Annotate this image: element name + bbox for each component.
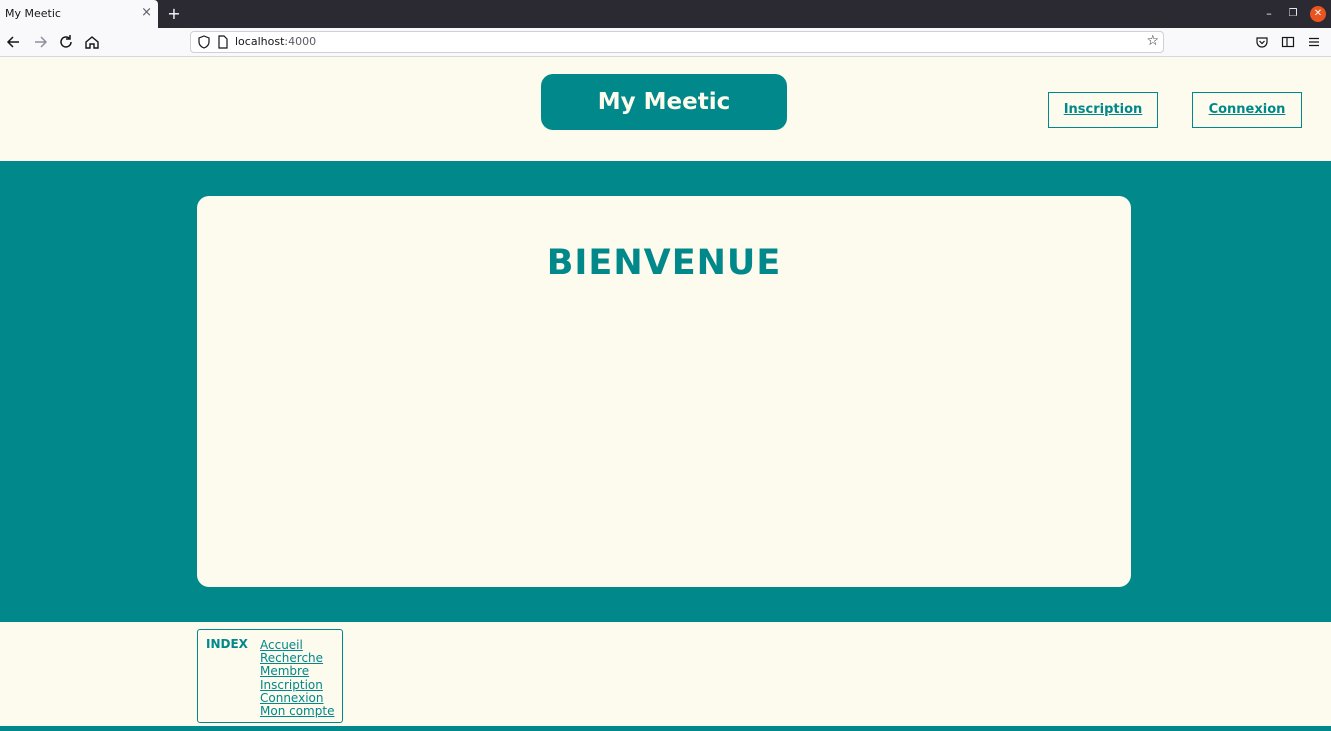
welcome-heading: BIENVENUE [546,243,782,283]
forward-arrow-icon[interactable] [31,33,49,51]
tab-title: My Meetic [5,7,61,20]
main-band: BIENVENUE [0,161,1331,622]
site-logo[interactable]: My Meetic [541,74,787,130]
tab-close-icon[interactable]: × [141,5,152,20]
index-item: Recherche [260,650,334,665]
pocket-icon[interactable] [1255,35,1269,49]
window-close-icon[interactable]: ✕ [1310,6,1326,22]
sidebar-icon[interactable] [1281,35,1295,49]
back-arrow-icon[interactable] [5,33,23,51]
browser-tab[interactable]: My Meetic × [0,0,158,28]
index-item: Connexion [260,690,334,704]
window-minimize-icon[interactable]: – [1261,6,1277,22]
url-bar[interactable]: localhost:4000 ☆ [190,31,1164,53]
window-restore-icon[interactable]: ❐ [1285,6,1301,22]
page-icon[interactable] [217,35,229,49]
reload-icon[interactable] [57,33,75,51]
url-port: :4000 [284,35,317,48]
index-item: Inscription [260,677,334,691]
inscription-button[interactable]: Inscription [1048,92,1158,128]
bottom-strip [0,726,1331,731]
new-tab-icon[interactable]: + [166,4,182,24]
index-item: Accueil [260,637,334,652]
connexion-button[interactable]: Connexion [1192,92,1302,128]
footer-index: INDEX Accueil Recherche Membre Inscripti… [197,629,343,723]
index-link-mon-compte[interactable]: Mon compte [260,704,334,718]
browser-nav-bar: localhost:4000 ☆ [0,28,1331,57]
welcome-card: BIENVENUE [197,196,1131,587]
url-host: localhost [235,35,285,48]
home-icon[interactable] [83,33,101,51]
shield-icon[interactable] [197,35,211,49]
index-item: Membre [260,663,334,678]
browser-tab-bar: My Meetic × + – ❐ ✕ [0,0,1331,28]
page-body: My Meetic Inscription Connexion BIENVENU… [0,57,1331,731]
index-link-list: Accueil Recherche Membre Inscription Con… [260,637,334,718]
bookmark-star-icon[interactable]: ☆ [1146,33,1159,49]
site-header: My Meetic Inscription Connexion [0,57,1331,161]
hamburger-menu-icon[interactable] [1307,35,1321,49]
index-title: INDEX [206,637,248,651]
url-text[interactable]: localhost:4000 [235,35,316,48]
index-item: Mon compte [260,703,334,718]
